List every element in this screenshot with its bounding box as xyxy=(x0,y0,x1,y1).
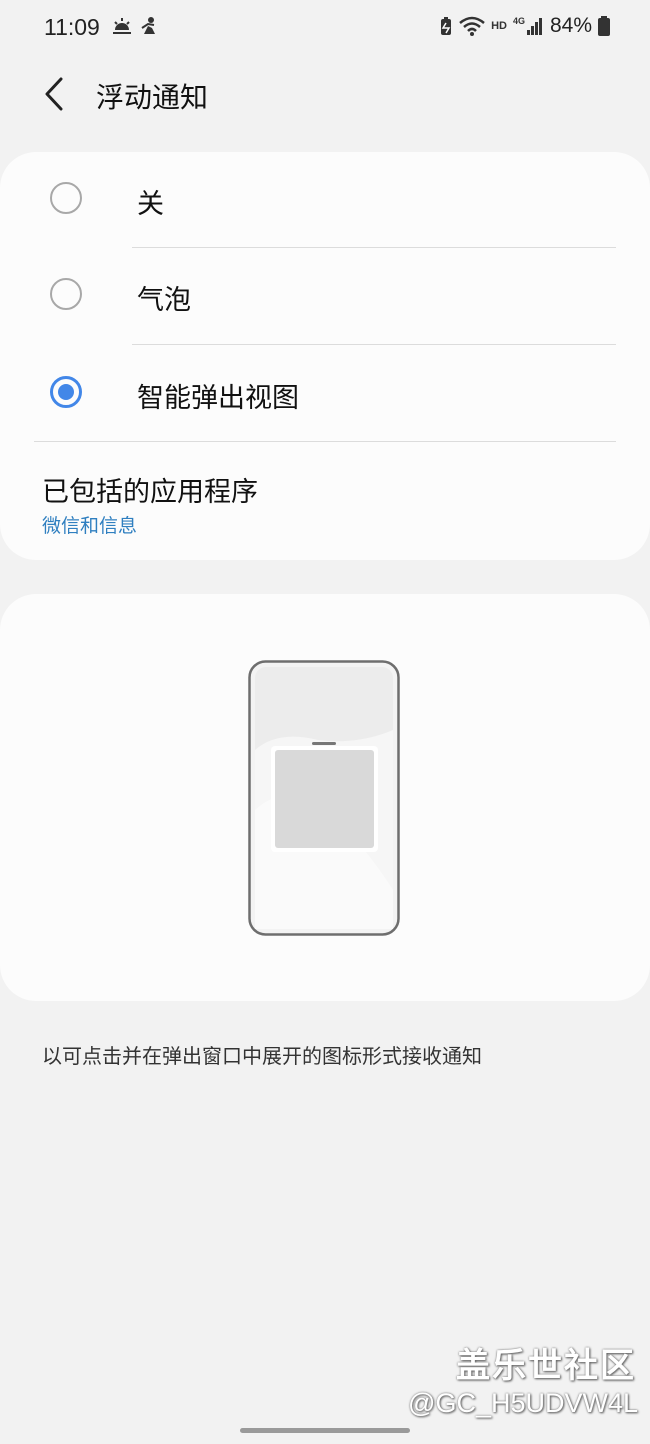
wifi-icon xyxy=(459,16,485,36)
included-apps-title: 已包括的应用程序 xyxy=(42,477,258,508)
watermark-user: @GC_H5UDVW4L xyxy=(408,1388,638,1418)
fitness-icon xyxy=(141,17,155,34)
smart-popup-illustration xyxy=(248,660,400,936)
status-system-icons: HD 4G 84% xyxy=(439,14,610,38)
divider xyxy=(132,344,616,345)
status-notification-icons xyxy=(112,16,158,36)
home-indicator[interactable] xyxy=(240,1428,410,1433)
option-bubbles[interactable]: 气泡 xyxy=(0,248,650,344)
divider xyxy=(34,441,616,442)
illustration-card xyxy=(0,594,650,1001)
option-off-label: 关 xyxy=(137,189,164,220)
option-smart-popup[interactable]: 智能弹出视图 xyxy=(0,346,650,442)
smart-popup-description: 以可点击并在弹出窗口中展开的图标形式接收通知 xyxy=(42,1044,482,1068)
floating-notification-options-card: 关 气泡 智能弹出视图 已包括的应用程序 微信和信息 xyxy=(0,152,650,560)
page-title: 浮动通知 xyxy=(96,81,209,114)
radio-button-bubbles[interactable] xyxy=(50,278,82,310)
app-header: 浮动通知 xyxy=(0,62,650,126)
battery-percentage: 84% xyxy=(549,14,592,37)
watermark-title: 盖乐世社区 xyxy=(456,1346,636,1386)
status-time: 11:09 xyxy=(44,14,100,40)
status-bar: 11:09 HD 4G 84% xyxy=(0,0,650,58)
4g-signal-icon: 4G xyxy=(513,16,544,36)
option-off[interactable]: 关 xyxy=(0,152,650,248)
battery-saver-icon xyxy=(441,17,452,35)
option-smart-popup-label: 智能弹出视图 xyxy=(137,383,299,414)
hd-icon: HD xyxy=(491,20,507,32)
back-arrow-icon xyxy=(45,77,63,111)
sunrise-icon xyxy=(113,18,131,34)
option-bubbles-label: 气泡 xyxy=(137,285,191,316)
included-apps-value: 微信和信息 xyxy=(42,515,138,537)
back-button[interactable] xyxy=(34,72,74,116)
included-apps-item[interactable]: 已包括的应用程序 微信和信息 xyxy=(0,458,650,554)
battery-icon xyxy=(598,16,610,36)
radio-button-off[interactable] xyxy=(50,182,82,214)
radio-button-smart-popup[interactable] xyxy=(50,376,82,408)
